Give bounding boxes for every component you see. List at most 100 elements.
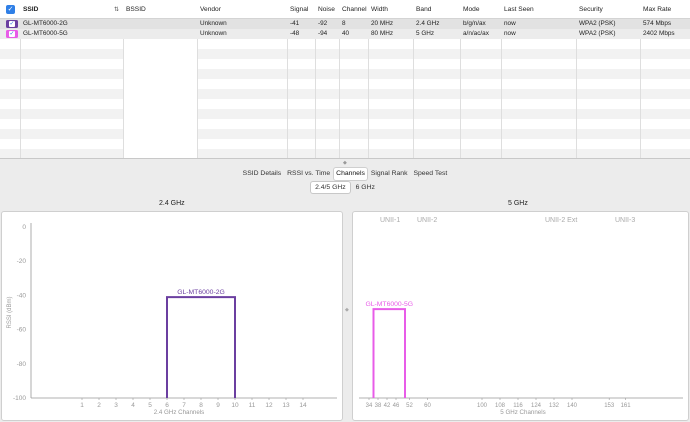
band-button-6ghz[interactable]: 6 GHz — [352, 182, 379, 193]
col-signal[interactable]: Signal — [287, 0, 308, 19]
col-last-seen[interactable]: Last Seen — [501, 0, 534, 19]
x-tick-label: 52 — [406, 403, 413, 409]
cell-band: 5 GHz — [416, 30, 435, 37]
y-tick-label: -40 — [17, 292, 27, 299]
x-tick-label: 1 — [80, 402, 84, 409]
tab-channels[interactable]: Channels — [334, 168, 367, 180]
col-security[interactable]: Security — [576, 0, 603, 19]
cell-max-rate: 574 Mbps — [643, 20, 672, 27]
series-line-gl-mt6000-5g — [372, 308, 406, 398]
tab-speed-test[interactable]: Speed Test — [411, 168, 449, 180]
empty-row — [0, 109, 690, 119]
col-bssid[interactable]: BSSID — [123, 0, 146, 19]
cell-channel: 40 — [342, 30, 350, 37]
tab-rssi-vs-time[interactable]: RSSI vs. Time — [285, 168, 332, 180]
cell-vendor: Unknown — [200, 20, 227, 27]
select-all-checkbox[interactable]: ✓ — [6, 5, 15, 14]
band-selector: 2.4/5 GHz 6 GHz — [0, 182, 690, 194]
x-tick-label: 6 — [165, 402, 169, 409]
col-band[interactable]: Band — [413, 0, 431, 19]
empty-row — [0, 139, 690, 149]
cell-signal: -41 — [290, 20, 300, 27]
x-tick-label: 14 — [299, 402, 307, 409]
col-channel[interactable]: Channel — [339, 0, 367, 19]
x-tick-label: 132 — [549, 403, 560, 409]
band-label: UNII-3 — [615, 217, 635, 224]
x-tick-label: 42 — [384, 403, 391, 409]
col-vendor[interactable]: Vendor — [197, 0, 221, 19]
tab-signal-rank[interactable]: Signal Rank — [369, 168, 410, 180]
view-tabs: SSID Details RSSI vs. Time Channels Sign… — [0, 168, 690, 180]
x-tick-label: 140 — [567, 403, 578, 409]
cell-security: WPA2 (PSK) — [579, 20, 616, 27]
channel-chart-5ghz: UNII-1 UNII-2 UNII-2 Ext UNII-3 34 38 42 46 52 60… — [359, 217, 683, 416]
empty-row — [0, 39, 690, 49]
bssid-column-area — [123, 19, 197, 158]
network-table: ✓ SSID ⇅ BSSID Vendor Signal Noise Chann… — [0, 0, 690, 159]
channel-chart-2-4ghz: 0-20-40-60-80-100RSSI (dBm)1 2 3 4 5 6 7 8 9 10 11… — [7, 223, 337, 416]
empty-row — [0, 149, 690, 158]
x-tick-label: 100 — [477, 403, 488, 409]
cell-noise: -92 — [318, 20, 328, 27]
empty-row — [0, 79, 690, 89]
empty-row — [0, 129, 690, 139]
network-color-checkbox[interactable]: ✓ — [6, 20, 18, 28]
col-width[interactable]: Width — [368, 0, 388, 19]
x-tick-label: 13 — [282, 402, 290, 409]
cell-last-seen: now — [504, 30, 516, 37]
cell-last-seen: now — [504, 20, 516, 27]
table-row[interactable]: ✓ GL-MT6000-2G Unknown -41 -92 8 20 MHz … — [0, 19, 690, 29]
empty-row — [0, 119, 690, 129]
cell-security: WPA2 (PSK) — [579, 30, 616, 37]
x-tick-label: 12 — [265, 402, 273, 409]
x-tick-label: 10 — [231, 402, 239, 409]
band-label: UNII-1 — [380, 217, 400, 224]
x-tick-label: 2 — [97, 402, 101, 409]
x-tick-label: 4 — [131, 402, 135, 409]
empty-row — [0, 59, 690, 69]
x-tick-label: 3 — [114, 402, 118, 409]
cell-band: 2.4 GHz — [416, 20, 440, 27]
x-tick-label: 9 — [216, 402, 220, 409]
cell-max-rate: 2402 Mbps — [643, 30, 675, 37]
series-line-gl-mt6000-2g — [166, 296, 236, 398]
cell-mode: b/g/n/ax — [463, 20, 486, 27]
y-tick-label: 0 — [22, 224, 26, 231]
x-tick-label: 161 — [621, 403, 632, 409]
cell-channel: 8 — [342, 20, 346, 27]
col-mode[interactable]: Mode — [460, 0, 480, 19]
cell-vendor: Unknown — [200, 30, 227, 37]
panel-title-2-4ghz: 2.4 GHz — [159, 200, 185, 207]
x-tick-label: 11 — [249, 402, 256, 409]
table-row[interactable]: ✓ GL-MT6000-5G Unknown -48 -94 40 80 MHz… — [0, 29, 690, 39]
col-ssid[interactable]: SSID — [20, 0, 38, 19]
x-axis-label: 5 GHz Channels — [500, 409, 545, 416]
x-tick-label: 60 — [424, 403, 431, 409]
series-label: GL-MT6000-2G — [177, 289, 225, 296]
panel-title-5ghz: 5 GHz — [508, 200, 528, 207]
x-tick-label: 8 — [199, 402, 203, 409]
band-button-2-4-5ghz[interactable]: 2.4/5 GHz — [311, 182, 350, 193]
network-color-checkbox[interactable]: ✓ — [6, 30, 18, 38]
empty-row — [0, 89, 690, 99]
cell-mode: a/n/ac/ax — [463, 30, 489, 37]
series-label: GL-MT6000-5G — [365, 301, 413, 308]
x-tick-label: 46 — [393, 403, 400, 409]
empty-row — [0, 49, 690, 59]
panel-divider-icon[interactable]: ◆ — [345, 307, 349, 313]
empty-row — [0, 69, 690, 79]
y-axis-label: RSSI (dBm) — [7, 296, 13, 328]
tab-ssid-details[interactable]: SSID Details — [241, 168, 284, 180]
x-axis-label: 2.4 GHz Channels — [154, 409, 205, 416]
y-tick-label: -100 — [13, 395, 26, 402]
band-label: UNII-2 Ext — [545, 217, 577, 224]
sort-arrow-icon: ⇅ — [114, 7, 120, 13]
chart-panel-5ghz: UNII-1 UNII-2 UNII-2 Ext UNII-3 34 38 42 46 52 60… — [352, 211, 689, 421]
cell-width: 20 MHz — [371, 20, 394, 27]
table-header: ✓ SSID ⇅ BSSID Vendor Signal Noise Chann… — [0, 0, 690, 19]
split-handle-icon[interactable]: ◆ — [343, 160, 347, 166]
check-icon: ✓ — [9, 31, 15, 37]
x-tick-label: 153 — [604, 403, 615, 409]
col-noise[interactable]: Noise — [315, 0, 335, 19]
col-max-rate[interactable]: Max Rate — [640, 0, 671, 19]
